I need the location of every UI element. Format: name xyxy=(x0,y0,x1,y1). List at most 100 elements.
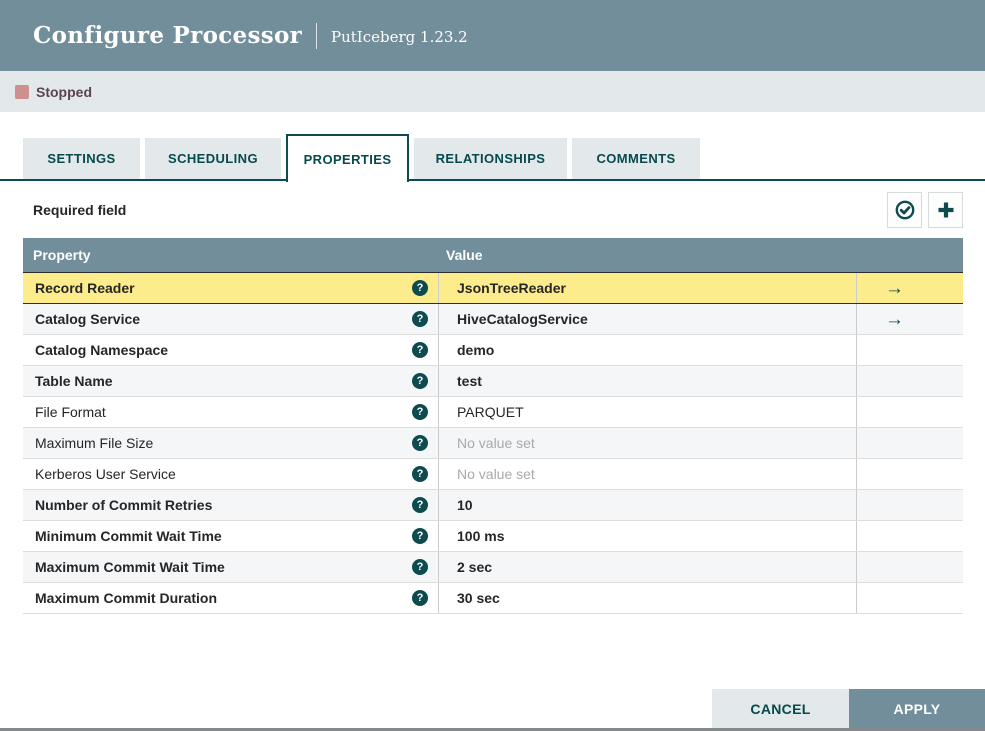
verify-properties-button[interactable] xyxy=(887,191,922,228)
goto-service-cell xyxy=(856,459,963,489)
title-divider xyxy=(316,22,318,49)
help-icon[interactable]: ? xyxy=(412,497,428,513)
goto-service-arrow-icon[interactable]: → xyxy=(885,279,904,298)
property-value: No value set xyxy=(457,435,535,451)
help-icon[interactable]: ? xyxy=(412,559,428,575)
goto-service-cell xyxy=(856,521,963,551)
column-header-property: Property xyxy=(33,247,91,263)
property-name: Maximum File Size xyxy=(35,435,154,451)
tab-properties[interactable]: PROPERTIES xyxy=(286,134,409,182)
property-name-cell: Catalog Service? xyxy=(23,304,438,334)
help-icon[interactable]: ? xyxy=(412,590,428,606)
apply-button[interactable]: APPLY xyxy=(849,689,985,728)
property-value-cell[interactable]: 10 xyxy=(438,490,856,520)
plus-icon xyxy=(938,202,953,217)
tab-scheduling[interactable]: SCHEDULING xyxy=(145,138,281,179)
property-name-cell: Number of Commit Retries? xyxy=(23,490,438,520)
property-value: demo xyxy=(457,342,495,358)
property-name-cell: File Format? xyxy=(23,397,438,427)
tab-settings[interactable]: SETTINGS xyxy=(23,138,140,179)
property-value: 2 sec xyxy=(457,559,493,575)
property-value-cell[interactable]: JsonTreeReader xyxy=(438,273,856,303)
goto-service-cell: → xyxy=(856,304,963,334)
property-value: 30 sec xyxy=(457,590,500,606)
properties-toolbar: Required field xyxy=(23,181,963,238)
property-name: Maximum Commit Duration xyxy=(35,590,218,606)
property-name-cell: Minimum Commit Wait Time? xyxy=(23,521,438,551)
property-row[interactable]: Kerberos User Service? No value set xyxy=(23,459,963,490)
goto-service-arrow-icon[interactable]: → xyxy=(885,310,904,329)
property-row[interactable]: Record Reader? JsonTreeReader → xyxy=(23,272,963,304)
help-icon[interactable]: ? xyxy=(412,435,428,451)
property-row[interactable]: Maximum File Size? No value set xyxy=(23,428,963,459)
goto-service-cell: → xyxy=(856,273,963,303)
properties-table: Property Value Record Reader? JsonTreeRea… xyxy=(23,238,963,614)
property-value: PARQUET xyxy=(457,404,524,420)
table-header-row: Property Value xyxy=(23,238,963,272)
property-name: Catalog Namespace xyxy=(35,342,169,358)
goto-service-cell xyxy=(856,397,963,427)
property-name-cell: Maximum Commit Wait Time? xyxy=(23,552,438,582)
property-name-cell: Maximum File Size? xyxy=(23,428,438,458)
configure-processor-dialog: Configure Processor PutIceberg 1.23.2 St… xyxy=(0,0,985,731)
property-value: 10 xyxy=(457,497,473,513)
goto-service-cell xyxy=(856,583,963,613)
toolbar-actions xyxy=(887,191,963,228)
property-value-cell[interactable]: No value set xyxy=(438,459,856,489)
help-icon[interactable]: ? xyxy=(412,342,428,358)
goto-service-cell xyxy=(856,428,963,458)
help-icon[interactable]: ? xyxy=(412,466,428,482)
property-name: File Format xyxy=(35,404,106,420)
property-value-cell[interactable]: PARQUET xyxy=(438,397,856,427)
property-row[interactable]: Minimum Commit Wait Time? 100 ms xyxy=(23,521,963,552)
cancel-button[interactable]: CANCEL xyxy=(712,689,849,728)
processor-name-version: PutIceberg 1.23.2 xyxy=(331,28,468,46)
property-value-cell[interactable]: No value set xyxy=(438,428,856,458)
property-value-cell[interactable]: test xyxy=(438,366,856,396)
property-value: JsonTreeReader xyxy=(457,280,566,296)
goto-service-cell xyxy=(856,366,963,396)
dialog-footer: CANCEL APPLY xyxy=(712,689,985,728)
tab-comments[interactable]: COMMENTS xyxy=(572,138,700,179)
check-circle-icon xyxy=(895,200,914,219)
help-icon[interactable]: ? xyxy=(412,404,428,420)
tab-bar: SETTINGS SCHEDULING PROPERTIES RELATIONSHIP… xyxy=(0,133,985,182)
property-row[interactable]: Maximum Commit Wait Time? 2 sec xyxy=(23,552,963,583)
property-value-cell[interactable]: HiveCatalogService xyxy=(438,304,856,334)
help-icon[interactable]: ? xyxy=(412,311,428,327)
property-name: Number of Commit Retries xyxy=(35,497,213,513)
property-value: test xyxy=(457,373,482,389)
goto-service-cell xyxy=(856,335,963,365)
property-row[interactable]: Table Name? test xyxy=(23,366,963,397)
required-field-label: Required field xyxy=(33,201,127,218)
property-value-cell[interactable]: demo xyxy=(438,335,856,365)
dialog-header: Configure Processor PutIceberg 1.23.2 xyxy=(0,0,985,71)
property-value-cell[interactable]: 2 sec xyxy=(438,552,856,582)
dialog-title: Configure Processor xyxy=(33,22,303,49)
help-icon[interactable]: ? xyxy=(412,528,428,544)
property-row[interactable]: File Format? PARQUET xyxy=(23,397,963,428)
add-property-button[interactable] xyxy=(928,191,963,228)
property-row[interactable]: Number of Commit Retries? 10 xyxy=(23,490,963,521)
property-name-cell: Catalog Namespace? xyxy=(23,335,438,365)
property-name-cell: Record Reader? xyxy=(23,273,438,303)
stopped-state-icon xyxy=(15,84,29,99)
column-header-value: Value xyxy=(446,247,483,263)
property-value-cell[interactable]: 100 ms xyxy=(438,521,856,551)
property-name: Minimum Commit Wait Time xyxy=(35,528,222,544)
property-name-cell: Kerberos User Service? xyxy=(23,459,438,489)
property-row[interactable]: Catalog Namespace? demo xyxy=(23,335,963,366)
help-icon[interactable]: ? xyxy=(412,280,428,296)
status-label: Stopped xyxy=(36,83,92,100)
property-value-cell[interactable]: 30 sec xyxy=(438,583,856,613)
property-value: HiveCatalogService xyxy=(457,311,588,327)
table-body: Record Reader? JsonTreeReader → Catalog Ser… xyxy=(23,272,963,614)
property-name-cell: Table Name? xyxy=(23,366,438,396)
property-row[interactable]: Catalog Service? HiveCatalogService → xyxy=(23,304,963,335)
property-name: Record Reader xyxy=(35,280,135,296)
property-row[interactable]: Maximum Commit Duration? 30 sec xyxy=(23,583,963,614)
help-icon[interactable]: ? xyxy=(412,373,428,389)
tab-relationships[interactable]: RELATIONSHIPS xyxy=(414,138,567,179)
property-name: Kerberos User Service xyxy=(35,466,176,482)
goto-service-cell xyxy=(856,552,963,582)
